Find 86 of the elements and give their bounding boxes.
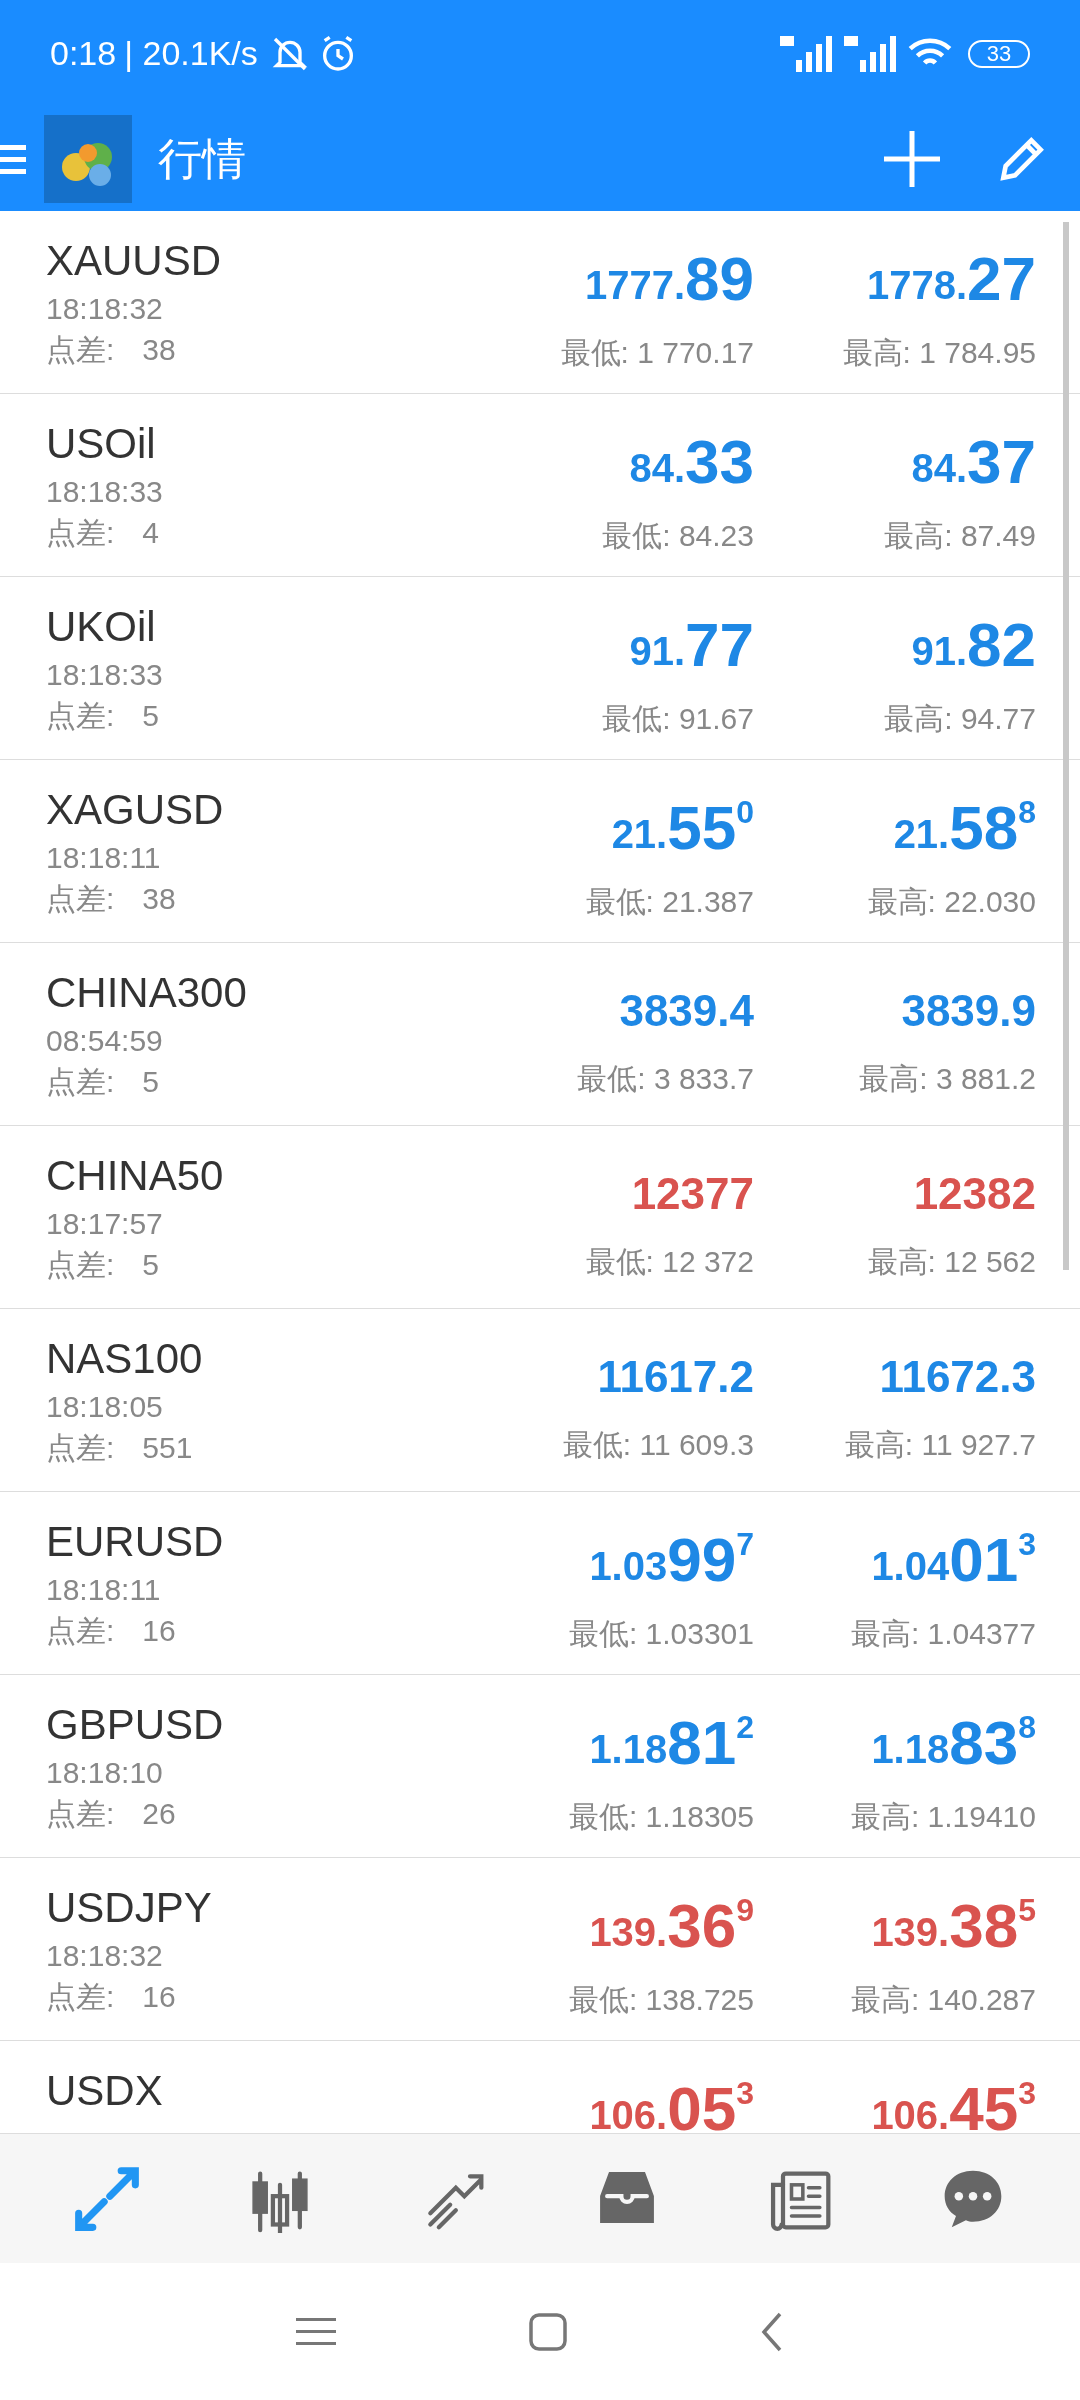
symbol-name: GBPUSD [46, 1700, 225, 1750]
price-text: 84.37 [911, 426, 1036, 498]
symbol-name: USDX [46, 2066, 164, 2116]
low-price-text: 最低: 12 372 [585, 1244, 754, 1280]
time-text: 08:54:59 [46, 1023, 164, 1059]
price-text: 11617.2 [597, 1351, 754, 1403]
high-price-text: 最高: 3 881.2 [859, 1061, 1036, 1097]
spread-value: 38 [142, 332, 176, 368]
low-price-text: 最低: 1.03301 [568, 1616, 754, 1652]
add-icon[interactable] [882, 129, 942, 189]
price-text: 1778.27 [866, 243, 1036, 315]
high-price-text: 最高: 1.04377 [850, 1616, 1036, 1652]
spread-value: 551 [142, 1430, 193, 1466]
low-price-text: 最低: 1 770.17 [560, 335, 754, 371]
price-text: 91.77 [629, 609, 754, 681]
clock-text: 0:18 [50, 33, 117, 74]
low-price-text: 最低: 21.387 [585, 884, 754, 920]
signal-icon [780, 35, 832, 72]
symbol-name: EURUSD [46, 1517, 225, 1567]
spread-value: 16 [142, 1979, 176, 2015]
time-text: 18:18:32 [46, 1938, 164, 1974]
spread-value: 5 [142, 1247, 160, 1283]
low-price-text: 最低: 11 609.3 [562, 1427, 754, 1463]
spread-value: 16 [142, 1613, 176, 1649]
high-price-text: 最高: 94.77 [884, 701, 1036, 737]
spread-value: 26 [142, 1796, 176, 1832]
quote-row[interactable]: NAS100 18:18:05 点差: 551 11617.2 最低: 11 609.3 11672.3 最高: 11 927.7 [0, 1309, 1080, 1492]
symbol-name: XAUUSD [46, 236, 223, 286]
high-price-text: 最高: 1.19410 [850, 1799, 1036, 1835]
time-text: 18:18:11 [46, 840, 162, 876]
symbol-name: UKOil [46, 602, 157, 652]
spread-label: 点差: [46, 515, 115, 551]
signal-icon [844, 35, 896, 72]
price-text: 3839.9 [901, 985, 1036, 1037]
price-text: 12377 [631, 1168, 754, 1220]
spread-value: 4 [142, 515, 160, 551]
price-text: 84.33 [629, 426, 754, 498]
spread-value: 5 [142, 698, 160, 734]
time-text: 18:18:33 [46, 657, 164, 693]
time-text: 18:18:32 [46, 291, 164, 327]
low-price-text: 最低: 84.23 [602, 518, 754, 554]
spread-label: 点差: [46, 332, 115, 368]
price-text: 11672.3 [879, 1351, 1036, 1403]
network-speed-text: | 20.1K/s [124, 33, 258, 74]
high-price-text: 最高: 87.49 [884, 518, 1036, 554]
spread-label: 点差: [46, 1796, 115, 1832]
high-price-text: 最高: 140.287 [850, 1982, 1036, 2018]
home-icon[interactable] [529, 2313, 567, 2351]
spread-label: 点差: [46, 1247, 115, 1283]
time-text: 18:18:33 [46, 474, 164, 510]
spread-value: 38 [142, 881, 176, 917]
spread-label: 点差: [46, 1430, 115, 1466]
symbol-name: XAGUSD [46, 785, 225, 835]
price-text: 3839.4 [619, 985, 754, 1037]
symbol-name: USDJPY [46, 1883, 213, 1933]
spread-value: 5 [142, 1064, 160, 1100]
spread-label: 点差: [46, 1979, 115, 2015]
spread-label: 点差: [46, 881, 115, 917]
symbol-name: USOil [46, 419, 157, 469]
screen-title: 行情 [158, 133, 246, 185]
arrows-icon[interactable] [72, 2164, 141, 2233]
symbol-name: CHINA50 [46, 1151, 225, 1201]
high-price-text: 最高: 22.030 [867, 884, 1036, 920]
symbol-name: NAS100 [46, 1334, 204, 1384]
price-text: 1777.89 [584, 243, 754, 315]
symbol-name: CHINA300 [46, 968, 248, 1018]
low-price-text: 最低: 1.18305 [568, 1799, 754, 1835]
spread-label: 点差: [46, 1064, 115, 1100]
low-price-text: 最低: 138.725 [568, 1982, 754, 2018]
low-price-text: 最低: 91.67 [602, 701, 754, 737]
back-icon[interactable] [759, 2312, 784, 2352]
menu-icon[interactable] [296, 2316, 337, 2348]
time-text: 18:18:05 [46, 1389, 164, 1425]
time-text: 18:18:10 [46, 1755, 164, 1791]
price-text: 91.82 [911, 609, 1036, 681]
high-price-text: 最高: 11 927.7 [844, 1427, 1036, 1463]
low-price-text: 最低: 3 833.7 [577, 1061, 754, 1097]
battery-indicator: 33 [968, 39, 1030, 68]
spread-label: 点差: [46, 698, 115, 734]
time-text: 18:17:57 [46, 1206, 164, 1242]
spread-label: 点差: [46, 1613, 115, 1649]
high-price-text: 最高: 12 562 [867, 1244, 1036, 1280]
price-text: 12382 [913, 1168, 1036, 1220]
time-text: 18:18:11 [46, 1572, 162, 1608]
high-price-text: 最高: 1 784.95 [842, 335, 1036, 371]
app-logo-icon [44, 115, 132, 203]
